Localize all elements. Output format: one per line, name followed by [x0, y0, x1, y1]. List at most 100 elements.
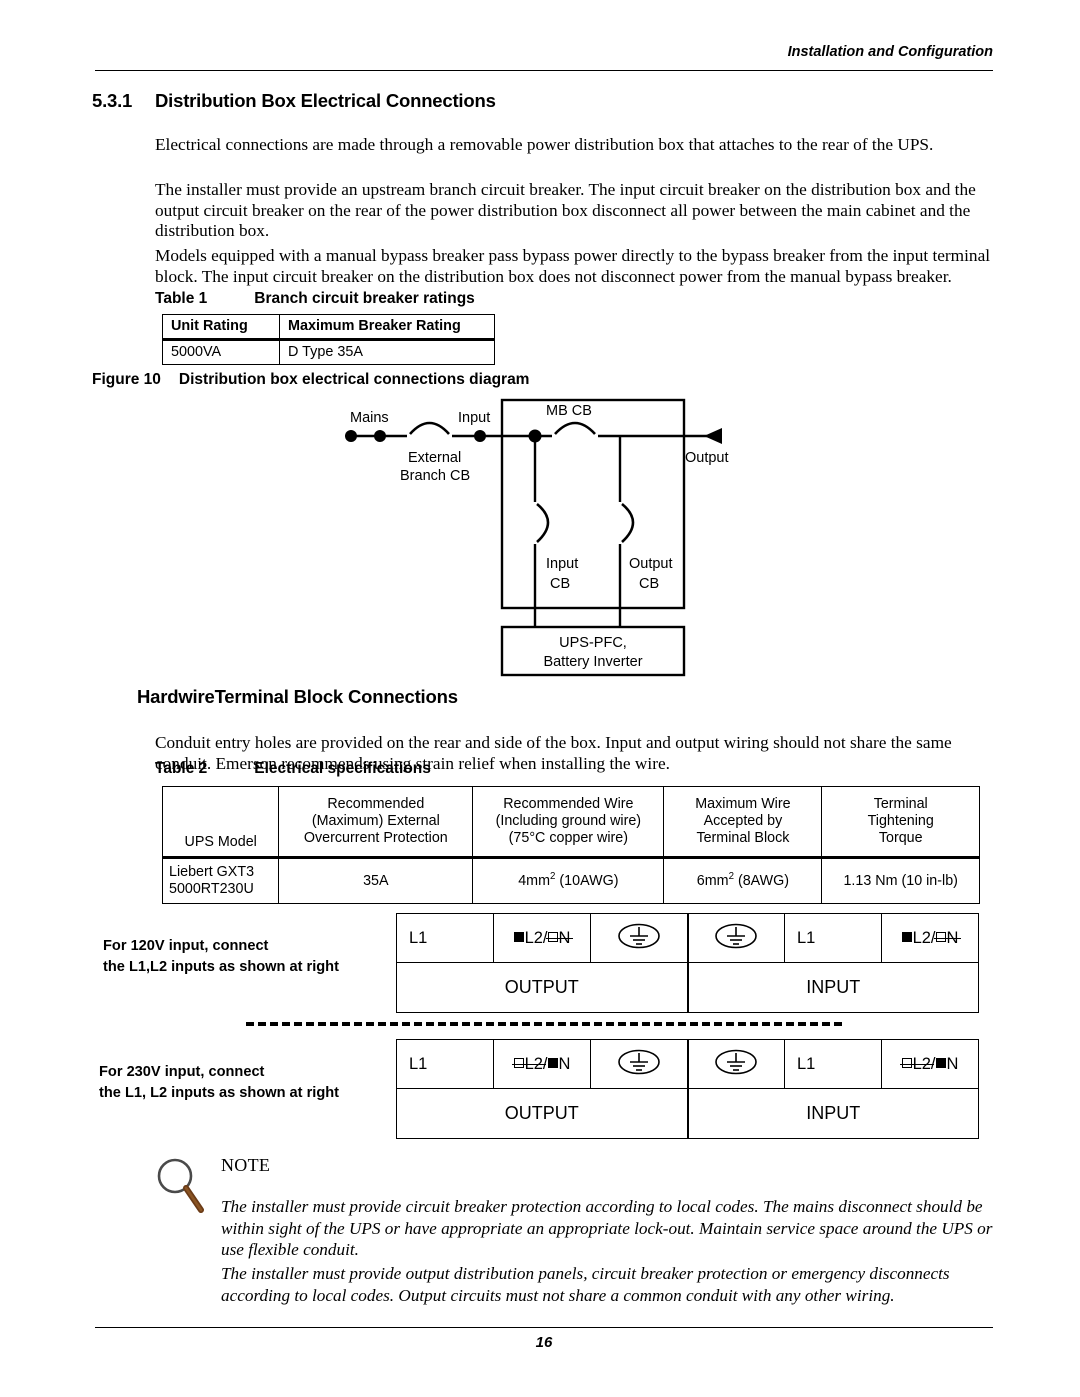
table-header-row: UPS Model Recommended (Maximum) External…: [161, 786, 980, 859]
table2-col-recommended-wire: Recommended Wire (Including ground wire)…: [472, 786, 665, 859]
label-input-cb-2: CB: [550, 576, 570, 592]
earth-ground-icon: [617, 1047, 661, 1077]
table-row: Liebert GXT3 5000RT230U 35A 4mm2 (10AWG)…: [161, 857, 980, 904]
label-ups-pfc-1: UPS-PFC,: [559, 635, 627, 651]
wire-exponent: 2: [550, 870, 556, 882]
terminal-cell-input-l1: L1: [784, 913, 882, 963]
th-line-3: Overcurrent Protection: [303, 830, 448, 846]
terminal-cell-output-l1: L1: [396, 913, 494, 963]
model-line-2: 5000RT230U: [169, 881, 254, 897]
table1-cell-max-breaker-rating: D Type 35A: [279, 339, 495, 365]
earth-ground-icon: [617, 921, 661, 951]
section-number: 5.3.1: [92, 90, 133, 111]
section-paragraph-3: Models equipped with a manual bypass bre…: [155, 246, 991, 286]
table2-cell-max-wire: 6mm2 (8AWG): [663, 857, 823, 904]
terminal-group-output: OUTPUT: [396, 1088, 689, 1139]
note-230-line-1: For 230V input, connect: [99, 1064, 265, 1080]
section-paragraph-1: Electrical connections are made through …: [155, 135, 934, 155]
n-text: N: [558, 928, 571, 947]
table2-col-ups-model: UPS Model: [161, 786, 280, 859]
n-text: N: [946, 928, 959, 947]
hollow-square-icon: [901, 1057, 912, 1068]
hollow-square-icon: [547, 931, 558, 942]
note-paragraph-1: The installer must provide circuit break…: [221, 1197, 993, 1260]
wire-awg: (8AWG): [737, 872, 790, 889]
terminal-cell-input-l2n: L2/N: [881, 1039, 979, 1089]
terminal-note-230v: For 230V input, connect the L1, L2 input…: [99, 1062, 339, 1104]
terminal-note-120v: For 120V input, connect the L1,L2 inputs…: [103, 936, 339, 978]
mb-cb-arc: [554, 421, 596, 435]
input-cb-arc: [536, 502, 550, 543]
table1-caption: Table 1 Branch circuit breaker ratings: [155, 290, 475, 308]
th-line-2: Accepted by: [703, 813, 783, 829]
label-output-arrow: Output: [685, 450, 729, 466]
label-mains: Mains: [350, 410, 389, 426]
terminal-row-groups: OUTPUT INPUT: [396, 962, 979, 1013]
table1-cell-unit-rating: 5000VA: [162, 339, 280, 365]
terminal-group-output: OUTPUT: [396, 962, 689, 1013]
th-line-1: Terminal: [873, 796, 928, 812]
table2-caption: Table 2 Electrical specifications: [155, 760, 431, 778]
terminal-cell-output-ground: [590, 1039, 689, 1089]
table2-col-torque: Terminal Tightening Torque: [821, 786, 980, 859]
terminal-cell-input-l1: L1: [784, 1039, 882, 1089]
table1-title: Branch circuit breaker ratings: [254, 290, 475, 307]
terminal-cell-output-l2n: L2/N: [493, 913, 591, 963]
th-line-1: Maximum Wire: [695, 796, 791, 812]
terminal-cell-output-l1: L1: [396, 1039, 494, 1089]
struck-line2: L2: [901, 1055, 931, 1073]
output-arrow: [704, 428, 722, 444]
th-line-1: Recommended: [327, 796, 425, 812]
l2-text: L2: [524, 928, 543, 947]
model-line-1: Liebert GXT3: [169, 864, 255, 880]
struck-neutral: N: [547, 928, 571, 947]
magnifier-icon: [152, 1156, 208, 1218]
table2-cell-recommended-wire: 4mm2 (10AWG): [472, 857, 665, 904]
figure-distribution-box-diagram: Mains External Branch CB Input MB CB Out…: [330, 392, 760, 682]
table-branch-circuit-breaker-ratings: Unit Rating Maximum Breaker Rating 5000V…: [162, 314, 495, 365]
terminal-cell-input-ground: [687, 1039, 785, 1089]
output-cb-arc: [621, 502, 635, 543]
label-ups-pfc-2: Battery Inverter: [543, 654, 642, 670]
table2-col-overcurrent: Recommended (Maximum) External Overcurre…: [278, 786, 474, 859]
circuit-diagram-svg: Mains External Branch CB Input MB CB Out…: [345, 398, 729, 677]
hardwire-heading: HardwireTerminal Block Connections: [137, 686, 458, 707]
wire-awg: (10AWG): [559, 872, 619, 889]
figure10-caption: Figure 10 Distribution box electrical con…: [92, 371, 529, 389]
note-120-line-1: For 120V input, connect: [103, 938, 269, 954]
table2-col-max-wire: Maximum Wire Accepted by Terminal Block: [663, 786, 823, 859]
th-line-3: (75°C copper wire): [508, 830, 629, 846]
terminal-row-labels: L1 L2/N L1 L2/N: [396, 913, 979, 963]
note-120-line-2: the L1,L2 inputs as shown at right: [103, 959, 339, 975]
terminal-cell-output-l2n: L2/N: [493, 1039, 591, 1089]
wire-exponent: 2: [728, 870, 734, 882]
table2-cell-torque: 1.13 Nm (10 in-lb): [821, 857, 980, 904]
label-output-cb-2: CB: [639, 576, 659, 592]
th-line-3: Torque: [878, 830, 923, 846]
external-branch-cb-arc: [409, 421, 450, 435]
filled-square-icon: [901, 931, 912, 942]
terminal-cell-input-l2n: L2/N: [881, 913, 979, 963]
hollow-square-icon: [935, 931, 946, 942]
label-external-branch-cb-1: External: [408, 450, 461, 466]
page-number: 16: [535, 1334, 553, 1351]
table2-cell-overcurrent: 35A: [278, 857, 474, 904]
earth-ground-icon: [714, 1047, 758, 1077]
document-page: Installation and Configuration 5.3.1 Dis…: [0, 0, 1080, 1397]
footer-divider: [95, 1327, 993, 1328]
th-line-2: Tightening: [867, 813, 934, 829]
note-title: NOTE: [221, 1155, 271, 1175]
running-header: Installation and Configuration: [787, 44, 993, 60]
hollow-square-icon: [513, 1057, 524, 1068]
label-input-cb-1: Input: [546, 556, 578, 572]
label-input: Input: [458, 410, 490, 426]
th-line-2: (Including ground wire): [495, 813, 642, 829]
terminal-group-input: INPUT: [687, 1088, 979, 1139]
figure10-label: Figure 10: [92, 371, 161, 388]
terminal-block-diagram-230v: L1 L2/N L1 L2/N OUTPUT INPUT: [396, 1039, 979, 1139]
n-text: N: [946, 1054, 959, 1073]
table1-label: Table 1: [155, 290, 208, 307]
struck-neutral: N: [935, 928, 959, 947]
wire-value: 6mm: [696, 872, 729, 889]
terminal-row-groups: OUTPUT INPUT: [396, 1088, 979, 1139]
